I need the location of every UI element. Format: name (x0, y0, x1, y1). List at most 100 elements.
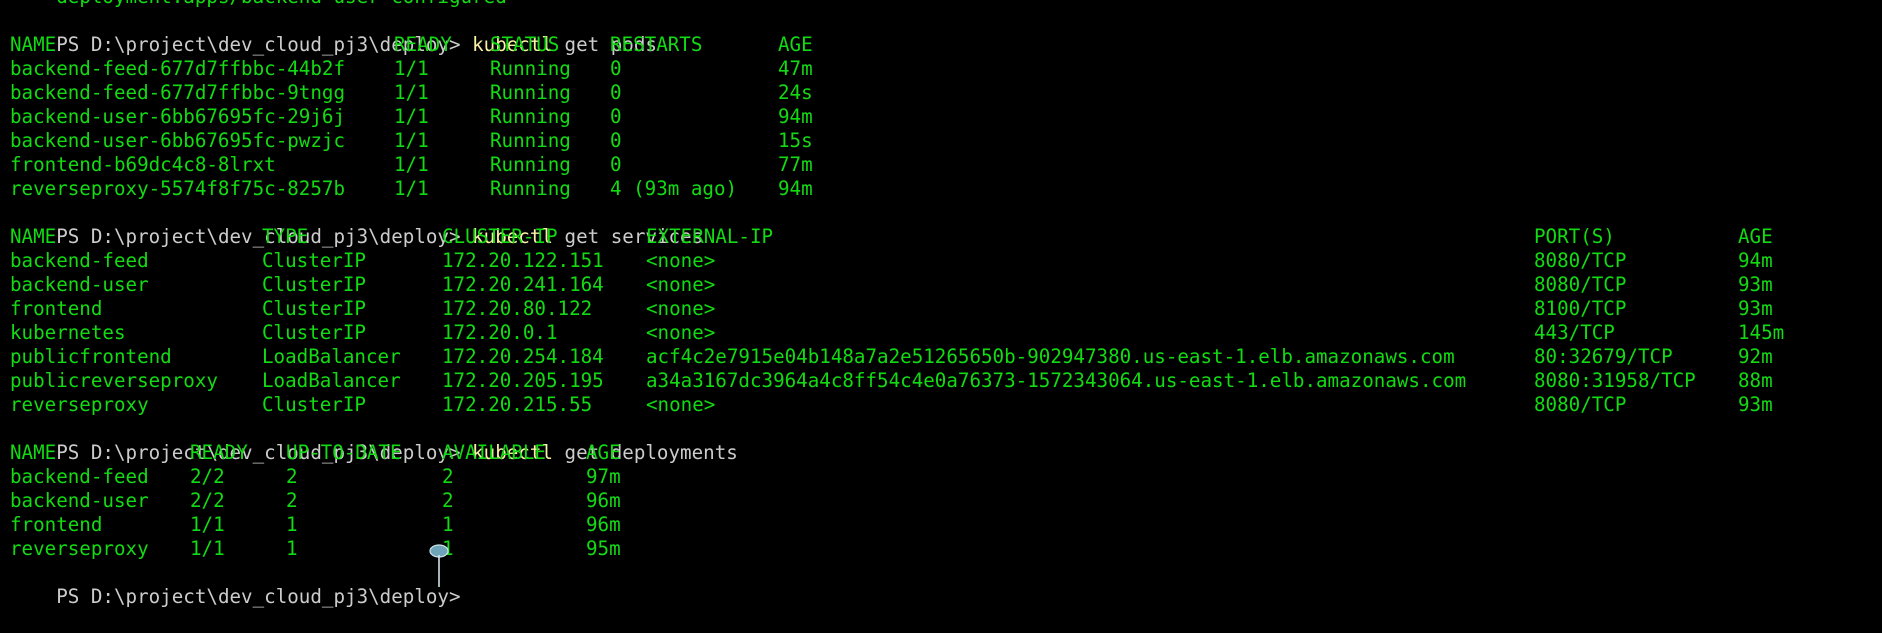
services-cell: backend-user (10, 273, 149, 296)
pods-cell: 77m (778, 153, 813, 176)
pods-cell: Running (490, 129, 571, 152)
services-row: reverseproxy ClusterIP 172.20.215.55 <none>… (10, 393, 1882, 417)
pods-cell: reverseproxy-5574f8f75c-8257b (10, 177, 346, 200)
deployments-header-cell: READY (190, 441, 248, 464)
services-header-row: NAME TYPE CLUSTER-IP EXTERNAL-IP PORT(S) AGE (10, 225, 1882, 249)
pods-header-cell: RESTARTS (610, 33, 703, 56)
prompt-line: PS D:\project\dev_cloud_pj3\deploy> kube… (10, 417, 1882, 464)
deployments-cell: 96m (586, 513, 621, 536)
pods-cell: 0 (610, 153, 622, 176)
pods-cell: backend-feed-677d7ffbbc-44b2f (10, 57, 346, 80)
active-prompt-line[interactable]: PS D:\project\dev_cloud_pj3\deploy> (10, 561, 1882, 608)
services-cell: <none> (646, 393, 716, 416)
services-cell: 92m (1738, 345, 1773, 368)
services-header-cell: NAME (10, 225, 57, 248)
pods-cell: 0 (610, 129, 622, 152)
pods-cell: backend-feed-677d7ffbbc-9tngg (10, 81, 346, 104)
pods-header-row: NAME READY STATUS RESTARTS AGE (10, 33, 1882, 57)
deployments-cell: 1 (286, 537, 298, 560)
services-cell: 94m (1738, 249, 1773, 272)
pods-cell: 0 (610, 57, 622, 80)
services-cell: ClusterIP (262, 297, 366, 320)
deployments-cell: 1/1 (190, 537, 225, 560)
services-table: NAME TYPE CLUSTER-IP EXTERNAL-IP PORT(S) AGE b… (10, 225, 1882, 417)
pods-cell: 94m (778, 177, 813, 200)
services-cell: <none> (646, 297, 716, 320)
services-header-cell: PORT(S) (1534, 225, 1615, 248)
deployments-cell: 2/2 (190, 465, 225, 488)
services-cell: LoadBalancer (262, 369, 401, 392)
services-cell: ClusterIP (262, 393, 366, 416)
services-cell: <none> (646, 249, 716, 272)
output-line: deployment.apps/backend-user configured (10, 0, 1882, 9)
services-cell: 8100/TCP (1534, 297, 1627, 320)
deployments-header-row: NAME READY UP-TO-DATE AVAILABLE AGE (10, 441, 1882, 465)
services-cell: publicfrontend (10, 345, 172, 368)
deployments-header-cell: NAME (10, 441, 57, 464)
pods-cell: Running (490, 177, 571, 200)
pods-cell: Running (490, 153, 571, 176)
deployments-cell: 1 (286, 513, 298, 536)
output-text: deployment.apps/backend-user configured (56, 0, 507, 9)
pods-cell: 1/1 (394, 129, 429, 152)
prompt-line: PS D:\project\dev_cloud_pj3\deploy> kube… (10, 201, 1882, 248)
services-cell: publicreverseproxy (10, 369, 218, 392)
services-cell: ClusterIP (262, 249, 366, 272)
services-row: backend-user ClusterIP 172.20.241.164 <none… (10, 273, 1882, 297)
services-cell: 172.20.0.1 (442, 321, 558, 344)
pods-header-cell: AGE (778, 33, 813, 56)
pods-cell: 24s (778, 81, 813, 104)
pods-cell: 15s (778, 129, 813, 152)
terminal-output[interactable]: deployment.apps/backend-user configured … (10, 0, 1882, 608)
deployments-cell: 2 (286, 465, 298, 488)
services-cell: 172.20.122.151 (442, 249, 604, 272)
services-cell: ClusterIP (262, 321, 366, 344)
pods-cell: 94m (778, 105, 813, 128)
prompt-text: PS D:\project\dev_cloud_pj3\deploy> (56, 585, 473, 608)
deployments-cell: frontend (10, 513, 103, 536)
deployments-cell: reverseproxy (10, 537, 149, 560)
services-row: backend-feed ClusterIP 172.20.122.151 <none… (10, 249, 1882, 273)
deployments-row: backend-user 2/2 2 2 96m (10, 489, 1882, 513)
pods-cell: 1/1 (394, 177, 429, 200)
services-header-cell: EXTERNAL-IP (646, 225, 774, 248)
deployments-cell: 1 (442, 513, 454, 536)
deployments-cell: 2 (286, 489, 298, 512)
pods-cell: Running (490, 57, 571, 80)
deployments-row: frontend 1/1 1 1 96m (10, 513, 1882, 537)
pods-header-cell: READY (394, 33, 452, 56)
pods-row: backend-user-6bb67695fc-29j6j 1/1 Running 0… (10, 105, 1882, 129)
pods-row: reverseproxy-5574f8f75c-8257b 1/1 Running 4… (10, 177, 1882, 201)
deployments-table: NAME READY UP-TO-DATE AVAILABLE AGE backend-f… (10, 441, 1882, 561)
pods-header-cell: NAME (10, 33, 57, 56)
services-row: publicfrontend LoadBalancer 172.20.254.184… (10, 345, 1882, 369)
pods-cell: backend-user-6bb67695fc-29j6j (10, 105, 346, 128)
services-cell: 172.20.241.164 (442, 273, 604, 296)
pods-cell: 1/1 (394, 153, 429, 176)
services-cell: kubernetes (10, 321, 126, 344)
services-cell: 80:32679/TCP (1534, 345, 1673, 368)
services-cell: 443/TCP (1534, 321, 1615, 344)
services-cell: <none> (646, 273, 716, 296)
services-cell: 8080/TCP (1534, 273, 1627, 296)
pods-row: backend-user-6bb67695fc-pwzjc 1/1 Running 0… (10, 129, 1882, 153)
services-cell: 93m (1738, 393, 1773, 416)
deployments-row: backend-feed 2/2 2 2 97m (10, 465, 1882, 489)
deployments-header-cell: UP-TO-DATE (286, 441, 402, 464)
pods-cell: Running (490, 105, 571, 128)
deployments-cell: backend-feed (10, 465, 149, 488)
services-cell: <none> (646, 321, 716, 344)
pods-cell: 1/1 (394, 105, 429, 128)
services-cell: backend-feed (10, 249, 149, 272)
deployments-header-cell: AGE (586, 441, 621, 464)
services-cell: frontend (10, 297, 103, 320)
services-cell: 93m (1738, 297, 1773, 320)
services-cell: ClusterIP (262, 273, 366, 296)
services-cell: acf4c2e7915e04b148a7a2e51265650b-9029473… (646, 345, 1455, 368)
pods-table: NAME READY STATUS RESTARTS AGE backend-feed-6… (10, 33, 1882, 201)
services-cell: 145m (1738, 321, 1785, 344)
pods-cell: 47m (778, 57, 813, 80)
services-cell: 172.20.205.195 (442, 369, 604, 392)
pods-header-cell: STATUS (490, 33, 560, 56)
services-row: publicreverseproxy LoadBalancer 172.20.205… (10, 369, 1882, 393)
